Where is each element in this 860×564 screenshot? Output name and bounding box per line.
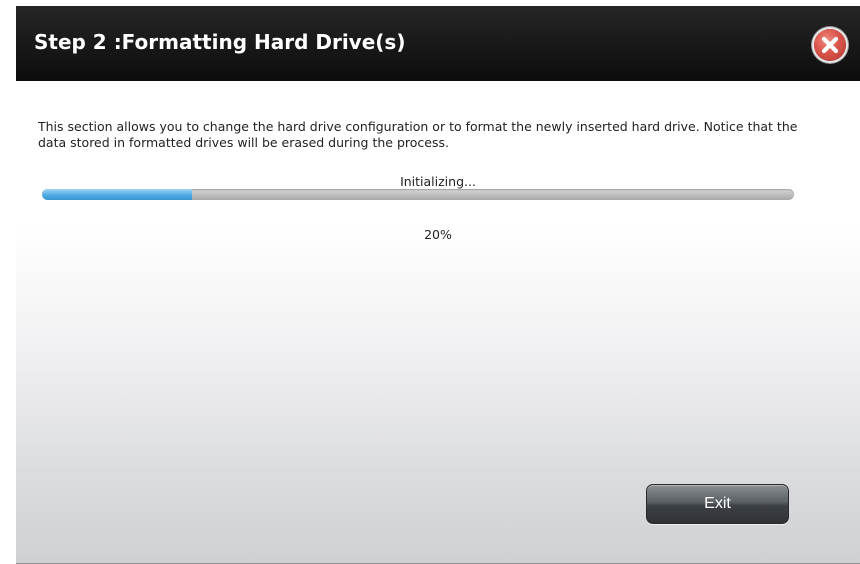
progress-percent: 20%: [424, 227, 452, 242]
dialog-content: This section allows you to change the ha…: [16, 81, 860, 564]
close-icon: [821, 36, 839, 54]
progress-bar-fill: [42, 189, 193, 200]
dialog-titlebar: Step 2 :Formatting Hard Drive(s): [16, 6, 860, 81]
format-dialog: Step 2 :Formatting Hard Drive(s) This se…: [16, 6, 860, 564]
progress-bar: [42, 189, 794, 200]
exit-button[interactable]: Exit: [646, 484, 789, 524]
progress-status: Initializing...: [400, 174, 476, 189]
description-text: This section allows you to change the ha…: [38, 119, 798, 150]
dialog-title: Step 2 :Formatting Hard Drive(s): [34, 30, 406, 54]
close-button[interactable]: [814, 29, 846, 61]
